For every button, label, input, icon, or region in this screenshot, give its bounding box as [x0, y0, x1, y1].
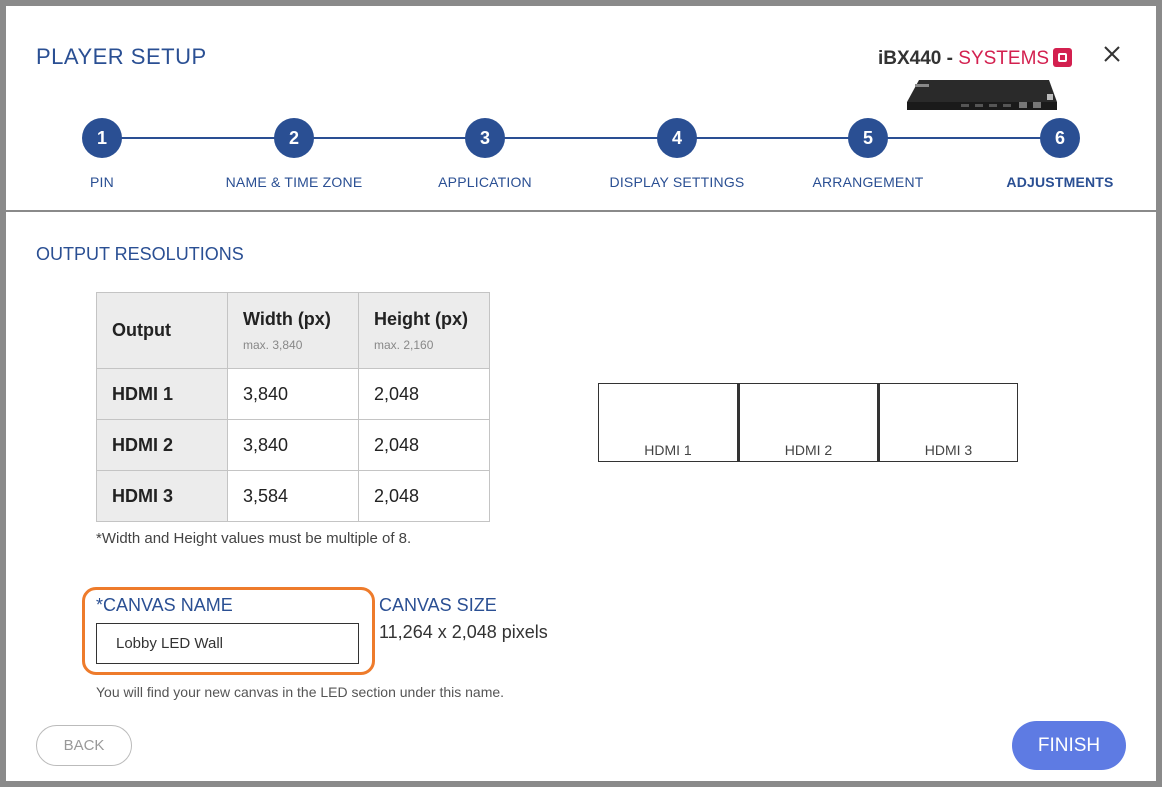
step-label: PIN [90, 174, 114, 190]
column-header-width: Width (px) max. 3,840 [227, 292, 359, 369]
canvas-name-label: *CANVAS NAME [96, 595, 233, 615]
column-header-output: Output [96, 292, 228, 369]
preview-box-hdmi-3: HDMI 3 [878, 383, 1018, 462]
step-label: ARRANGEMENT [812, 174, 924, 190]
width-header-label: Width (px) [243, 309, 331, 329]
output-arrangement-preview: HDMI 1 HDMI 2 HDMI 3 [598, 383, 1018, 462]
step-label: ADJUSTMENTS [1006, 174, 1114, 190]
canvas-size-label: CANVAS SIZE [379, 595, 497, 615]
step-number: 3 [465, 118, 505, 158]
step-adjustments[interactable]: 6 ADJUSTMENTS [960, 116, 1160, 190]
product-name: iBX440 - SYSTEMS [878, 48, 1073, 70]
setup-stepper: 1 PIN 2 NAME & TIME ZONE 3 APPLICATION 4… [6, 116, 1156, 216]
width-max-hint: max. 3,840 [243, 338, 303, 352]
output-cell: HDMI 1 [96, 368, 228, 420]
header-divider [6, 210, 1156, 212]
brand-logo-icon [1053, 48, 1073, 67]
resolution-note: *Width and Height values must be multipl… [96, 530, 412, 547]
step-pin[interactable]: 1 PIN [2, 116, 202, 190]
width-input[interactable]: 3,840 [227, 368, 359, 420]
step-number: 4 [657, 118, 697, 158]
preview-box-hdmi-1: HDMI 1 [598, 383, 738, 462]
step-name-time-zone[interactable]: 2 NAME & TIME ZONE [194, 116, 394, 190]
step-label: NAME & TIME ZONE [225, 174, 363, 190]
column-header-height: Height (px) max. 2,160 [358, 292, 490, 369]
height-input[interactable]: 2,048 [358, 368, 490, 420]
table-row: HDMI 2 3,840 2,048 [96, 419, 490, 471]
height-max-hint: max. 2,160 [374, 338, 434, 352]
output-cell: HDMI 3 [96, 470, 228, 522]
output-resolutions-table: Output Width (px) max. 3,840 Height (px)… [96, 292, 490, 522]
media-player-device-icon [907, 80, 1057, 110]
step-label: DISPLAY SETTINGS [609, 174, 745, 190]
product-model: iBX440 - [878, 48, 959, 69]
output-cell: HDMI 2 [96, 419, 228, 471]
table-header-row: Output Width (px) max. 3,840 Height (px)… [96, 292, 490, 369]
player-setup-dialog: PLAYER SETUP iBX440 - SYSTEMS 1 PIN 2 NA… [6, 6, 1156, 781]
preview-box-label: HDMI 3 [924, 442, 973, 458]
step-arrangement[interactable]: 5 ARRANGEMENT [768, 116, 968, 190]
table-row: HDMI 1 3,840 2,048 [96, 368, 490, 420]
back-button[interactable]: BACK [36, 725, 132, 766]
canvas-size-value: 11,264 x 2,048 pixels [379, 622, 548, 642]
product-brand: SYSTEMS [958, 48, 1050, 69]
page-title: PLAYER SETUP [36, 44, 207, 69]
step-application[interactable]: 3 APPLICATION [385, 116, 585, 190]
width-input[interactable]: 3,840 [227, 419, 359, 471]
output-resolutions-title: OUTPUT RESOLUTIONS [36, 244, 244, 264]
height-input[interactable]: 2,048 [358, 419, 490, 471]
step-number: 5 [848, 118, 888, 158]
canvas-name-hint: You will find your new canvas in the LED… [96, 684, 505, 700]
preview-box-label: HDMI 1 [644, 442, 692, 458]
step-display-settings[interactable]: 4 DISPLAY SETTINGS [577, 116, 777, 190]
preview-box-hdmi-2: HDMI 2 [738, 383, 878, 462]
step-number: 2 [274, 118, 314, 158]
step-label: APPLICATION [438, 174, 532, 190]
width-input[interactable]: 3,584 [227, 470, 359, 522]
canvas-name-input[interactable] [96, 623, 359, 664]
table-row: HDMI 3 3,584 2,048 [96, 470, 490, 522]
height-header-label: Height (px) [374, 309, 468, 329]
height-input[interactable]: 2,048 [358, 470, 490, 522]
preview-box-label: HDMI 2 [784, 442, 833, 458]
step-number: 6 [1040, 118, 1080, 158]
step-number: 1 [82, 118, 122, 158]
finish-button[interactable]: FINISH [1012, 721, 1126, 770]
close-icon[interactable] [1100, 42, 1124, 66]
